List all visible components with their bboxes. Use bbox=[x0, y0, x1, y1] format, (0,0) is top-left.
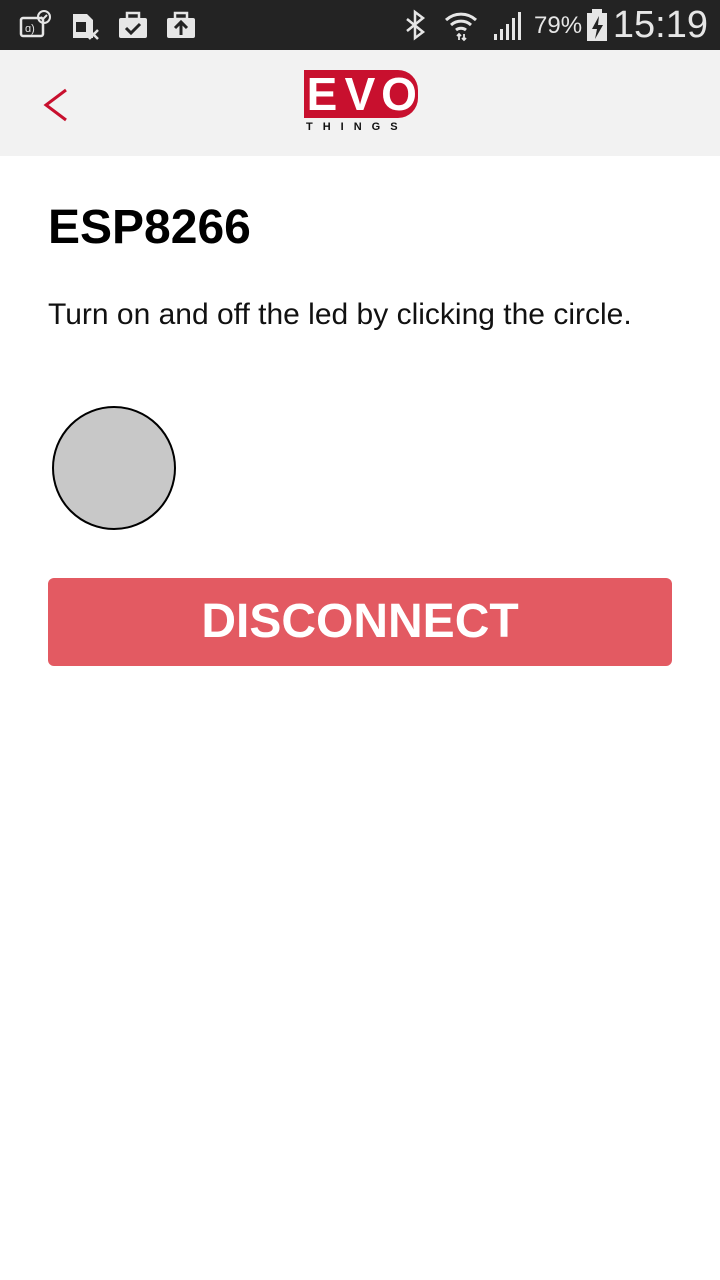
clock: 15:19 bbox=[612, 4, 708, 46]
logo-letter: V bbox=[340, 70, 380, 118]
svg-text:ɑ): ɑ) bbox=[25, 23, 35, 35]
logo-wordmark: E V O bbox=[304, 70, 418, 118]
status-bar: ɑ) 79% 15:19 bbox=[0, 0, 720, 50]
led-toggle-circle[interactable] bbox=[52, 406, 176, 530]
logo-letter: O bbox=[380, 68, 418, 120]
back-button[interactable] bbox=[34, 80, 78, 130]
evothings-logo: E V O THINGS bbox=[304, 70, 418, 140]
download-done-icon bbox=[116, 8, 150, 42]
nfc-icon: ɑ) bbox=[18, 8, 52, 42]
battery-percent: 79% bbox=[534, 12, 583, 39]
bluetooth-icon bbox=[398, 8, 432, 42]
app-header: E V O THINGS bbox=[0, 50, 720, 156]
logo-letter: E bbox=[304, 70, 340, 118]
instructions-text: Turn on and off the led by clicking the … bbox=[48, 298, 632, 331]
sim-disabled-icon bbox=[68, 8, 102, 42]
logo-subtext: THINGS bbox=[306, 121, 408, 133]
signal-icon bbox=[490, 8, 524, 42]
chevron-left-icon bbox=[34, 80, 78, 130]
battery-charging-icon bbox=[580, 8, 614, 42]
wifi-icon bbox=[444, 8, 478, 42]
page-title: ESP8266 bbox=[48, 201, 251, 254]
disconnect-button[interactable]: DISCONNECT bbox=[48, 578, 672, 666]
upload-icon bbox=[164, 8, 198, 42]
